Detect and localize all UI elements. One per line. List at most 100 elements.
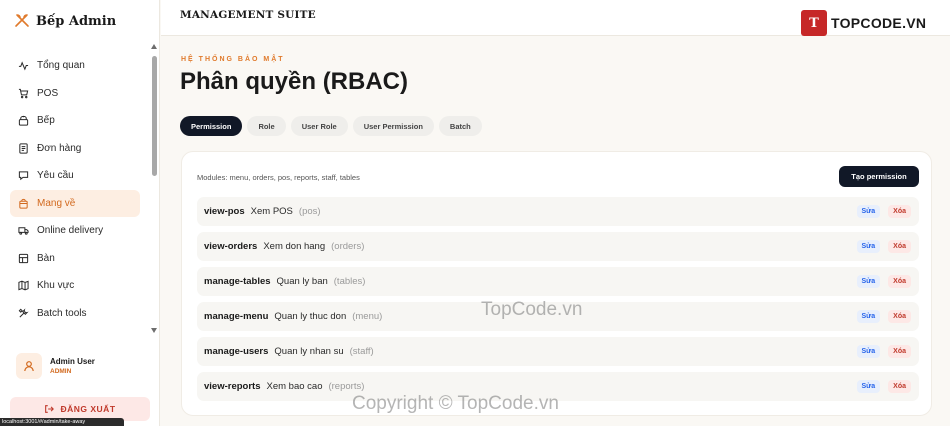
permission-desc: Quan ly nhan su <box>274 346 344 357</box>
create-permission-button[interactable]: Tạo permission <box>839 166 919 187</box>
sidebar-item-don-hang[interactable]: Đơn hàng <box>10 135 140 163</box>
sidebar-nav: Tổng quan POS Bếp Đơn hàng Yêu cầu Mang … <box>10 52 140 327</box>
sidebar-item-khu-vuc[interactable]: Khu vực <box>10 272 140 300</box>
permission-desc: Xem don hang <box>263 241 326 252</box>
link-status-bar: localhost:3001/#/admin/take-away <box>0 418 124 426</box>
page-eyebrow: HỆ THỐNG BẢO MẬT <box>181 56 285 63</box>
sidebar-scrollbar[interactable] <box>150 44 158 338</box>
permission-desc: Quan ly ban <box>276 276 328 287</box>
utensils-cross-icon <box>14 13 30 29</box>
watermark-bottom: Copyright © TopCode.vn <box>352 393 559 414</box>
permission-row: view-orders Xem don hang (orders) Sửa Xó… <box>197 232 919 261</box>
permission-desc: Quan ly thuc don <box>274 311 347 322</box>
sidebar-item-ban[interactable]: Bàn <box>10 245 140 273</box>
sidebar-item-yeu-cau[interactable]: Yêu cầu <box>10 162 140 190</box>
sidebar-item-mang-ve[interactable]: Mang về <box>10 189 140 217</box>
sidebar-item-label: Online delivery <box>37 225 104 237</box>
permission-module: (menu) <box>352 311 383 322</box>
sidebar-item-label: Bàn <box>37 252 55 264</box>
permission-key: view-reports <box>204 381 261 392</box>
avatar <box>16 353 42 379</box>
logout-icon <box>45 405 55 413</box>
modules-text: Modules: menu, orders, pos, reports, sta… <box>197 173 360 182</box>
scroll-up-arrow-icon[interactable] <box>151 44 157 49</box>
bag-icon <box>19 198 28 209</box>
brand-name: Bếp Admin <box>36 13 117 29</box>
permission-module: (pos) <box>298 206 321 217</box>
tab-permission[interactable]: Permission <box>180 116 243 136</box>
row-actions: Sửa Xóa <box>856 380 919 393</box>
sidebar-item-label: Yêu cầu <box>37 170 74 182</box>
row-actions: Sửa Xóa <box>856 345 919 358</box>
topcode-logo-text: TOPCODE.VN <box>831 15 927 31</box>
edit-button[interactable]: Sửa <box>856 275 881 288</box>
scroll-down-arrow-icon[interactable] <box>151 328 157 333</box>
sidebar-item-tong-quan[interactable]: Tổng quan <box>10 52 140 80</box>
permission-row: manage-users Quan ly nhan su (staff) Sửa… <box>197 337 919 366</box>
sidebar-item-batch-tools[interactable]: Batch tools <box>10 300 140 328</box>
permission-key: manage-menu <box>204 311 269 322</box>
permission-desc: Xem POS <box>250 206 293 217</box>
tab-user-role[interactable]: User Role <box>290 116 348 136</box>
user-icon <box>24 361 34 372</box>
sidebar-item-label: Mang về <box>37 197 76 209</box>
permission-desc: Xem bao cao <box>266 381 323 392</box>
receipt-icon <box>19 143 28 154</box>
brand[interactable]: Bếp Admin <box>14 10 116 32</box>
sidebar-item-pos[interactable]: POS <box>10 80 140 108</box>
edit-button[interactable]: Sửa <box>856 240 881 253</box>
edit-button[interactable]: Sửa <box>856 205 881 218</box>
row-actions: Sửa Xóa <box>856 310 919 323</box>
tab-batch[interactable]: Batch <box>438 116 482 136</box>
map-icon <box>18 280 29 291</box>
suite-title: MANAGEMENT SUITE <box>180 9 316 21</box>
tab-role[interactable]: Role <box>247 116 286 136</box>
activity-icon <box>18 61 29 71</box>
row-actions: Sửa Xóa <box>856 275 919 288</box>
permission-module: (orders) <box>331 241 365 252</box>
topcode-logo: T TOPCODE.VN <box>801 10 926 36</box>
permission-module: (staff) <box>349 346 374 357</box>
scroll-thumb[interactable] <box>152 56 157 176</box>
truck-icon <box>18 227 29 235</box>
page-title: Phân quyền (RBAC) <box>180 68 408 95</box>
user-info: Admin User ADMIN <box>50 357 95 375</box>
sidebar-item-label: Khu vực <box>37 280 75 292</box>
table-icon <box>18 253 29 263</box>
permission-row: view-pos Xem POS (pos) Sửa Xóa <box>197 197 919 226</box>
tab-user-permission[interactable]: User Permission <box>352 116 434 136</box>
message-icon <box>18 171 29 181</box>
permission-key: manage-users <box>204 346 269 357</box>
delete-button[interactable]: Xóa <box>888 240 911 253</box>
logout-label: ĐĂNG XUẤT <box>60 404 116 414</box>
watermark-center: TopCode.vn <box>481 299 583 320</box>
topbar: MANAGEMENT SUITE T TOPCODE.VN <box>161 0 950 36</box>
edit-button[interactable]: Sửa <box>856 380 881 393</box>
delete-button[interactable]: Xóa <box>888 345 911 358</box>
permission-module: (reports) <box>328 381 365 392</box>
row-actions: Sửa Xóa <box>856 205 919 218</box>
permission-key: view-pos <box>204 206 245 217</box>
delete-button[interactable]: Xóa <box>888 310 911 323</box>
user-name: Admin User <box>50 357 95 366</box>
user-role: ADMIN <box>50 368 72 375</box>
sidebar-item-label: Đơn hàng <box>37 142 82 154</box>
permission-row: manage-tables Quan ly ban (tables) Sửa X… <box>197 267 919 296</box>
edit-button[interactable]: Sửa <box>856 310 881 323</box>
delete-button[interactable]: Xóa <box>888 205 911 218</box>
permission-key: view-orders <box>204 241 258 252</box>
kitchen-icon <box>18 116 29 126</box>
sidebar-item-online-delivery[interactable]: Online delivery <box>10 217 140 245</box>
sidebar-item-label: Tổng quan <box>37 60 85 72</box>
edit-button[interactable]: Sửa <box>856 345 881 358</box>
cart-icon <box>18 88 29 99</box>
delete-button[interactable]: Xóa <box>888 275 911 288</box>
sidebar-item-bep[interactable]: Bếp <box>10 107 140 135</box>
permission-key: manage-tables <box>204 276 271 287</box>
permission-panel: Modules: menu, orders, pos, reports, sta… <box>181 151 932 416</box>
permission-module: (tables) <box>333 276 366 287</box>
topcode-logo-mark: T <box>801 10 827 36</box>
rbac-tabs: Permission Role User Role User Permissio… <box>180 116 482 136</box>
user-card: Admin User ADMIN <box>10 348 148 384</box>
delete-button[interactable]: Xóa <box>888 380 911 393</box>
